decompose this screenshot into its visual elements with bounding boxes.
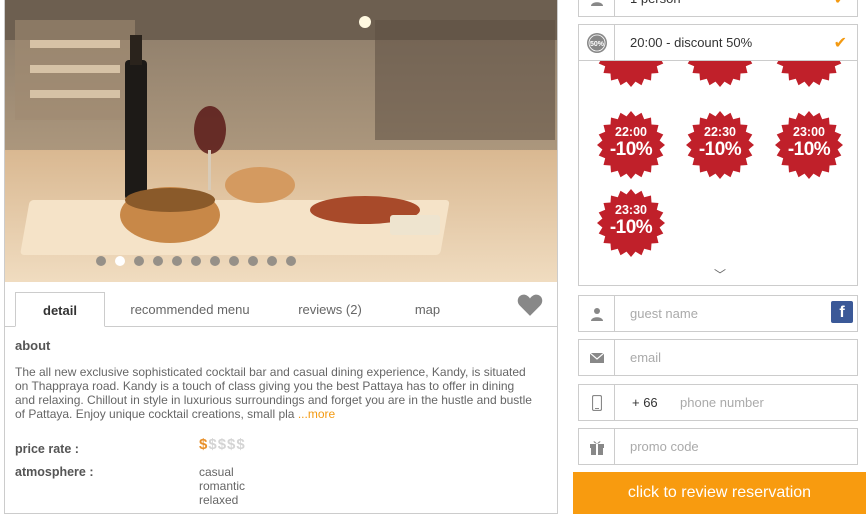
atmosphere-value: romantic: [199, 479, 246, 493]
tab-recommended-menu[interactable]: recommended menu: [115, 292, 265, 327]
gallery-pagination: [5, 256, 557, 266]
gift-icon: [579, 429, 615, 464]
slot-discount: -10%: [787, 139, 831, 160]
price-symbol: $: [208, 436, 218, 453]
slot-time: 23:30: [615, 203, 647, 217]
time-slot-badge[interactable]: 22:00 -10%: [596, 110, 666, 180]
slot-time: 22:30: [704, 125, 736, 139]
email-placeholder: email: [630, 350, 662, 365]
gallery-dot[interactable]: [153, 256, 163, 266]
slot-discount: -10%: [609, 217, 653, 238]
time-slot-badge[interactable]: 22:30 -10%: [685, 110, 755, 180]
gallery-dot[interactable]: [286, 256, 296, 266]
about-description: The all new exclusive sophisticated cock…: [15, 365, 535, 421]
price-symbol: $: [227, 436, 237, 453]
slot-time: 23:00: [793, 125, 825, 139]
restaurant-photo: [5, 0, 557, 282]
guest-name-field[interactable]: guest name f: [578, 295, 858, 332]
price-rate-label: price rate :: [15, 442, 79, 456]
time-select[interactable]: 50% 20:00 - discount 50% ✔: [578, 24, 858, 61]
atmosphere-value: relaxed: [199, 493, 239, 507]
time-slot-badge[interactable]: [596, 61, 666, 88]
gallery-dot[interactable]: [115, 256, 125, 266]
slot-discount: -10%: [698, 139, 742, 160]
persons-select[interactable]: 1 person ✔: [578, 0, 858, 17]
time-slot-badge[interactable]: 23:00 -10%: [774, 110, 844, 180]
time-value: 20:00 - discount 50%: [630, 35, 753, 50]
detail-tabs: detail recommended menu reviews (2) map: [5, 282, 557, 327]
atmosphere-values: casual romantic relaxed: [199, 465, 245, 507]
chevron-down-icon[interactable]: ﹀: [714, 266, 726, 283]
review-reservation-button[interactable]: click to review reservation: [573, 472, 866, 514]
promo-code-placeholder: promo code: [630, 439, 699, 454]
email-field[interactable]: email: [578, 339, 858, 376]
discount-badge-icon: [598, 61, 664, 87]
slot-time: 22:00: [615, 125, 647, 139]
slot-discount: -10%: [609, 139, 653, 160]
price-symbol: $: [199, 436, 209, 453]
gallery-dot[interactable]: [96, 256, 106, 266]
persons-value: 1 person: [630, 0, 681, 16]
tab-map[interactable]: map: [400, 292, 455, 327]
price-rate-value: $$$$$: [199, 436, 246, 453]
reservation-panel: 1 person ✔ 50% 20:00 - discount 50% ✔ ︿ …: [573, 0, 866, 514]
more-link[interactable]: ...more: [298, 407, 335, 421]
photo-gallery[interactable]: [5, 0, 557, 282]
about-section: about The all new exclusive sophisticate…: [15, 338, 545, 507]
person-icon: [579, 296, 615, 331]
phone-placeholder: phone number: [680, 395, 764, 410]
discount-badge-icon: [687, 61, 753, 87]
gallery-dot[interactable]: [267, 256, 277, 266]
guest-name-placeholder: guest name: [630, 306, 698, 321]
time-slot-picker: ︿ 22:00-10%22:30-10%23:00-10%23:30-10% ﹀: [578, 61, 858, 286]
tab-detail[interactable]: detail: [15, 292, 105, 327]
time-slot-badge[interactable]: [685, 61, 755, 88]
gallery-dot[interactable]: [248, 256, 258, 266]
restaurant-detail-panel: detail recommended menu reviews (2) map …: [4, 0, 558, 514]
gallery-dot[interactable]: [191, 256, 201, 266]
tab-reviews[interactable]: reviews (2): [285, 292, 375, 327]
mobile-phone-icon: [579, 385, 615, 420]
gallery-dot[interactable]: [210, 256, 220, 266]
gallery-dot[interactable]: [134, 256, 144, 266]
time-slot-badge[interactable]: [774, 61, 844, 88]
promo-code-field[interactable]: promo code: [578, 428, 858, 465]
atmosphere-value: casual: [199, 465, 234, 479]
svg-text:50%: 50%: [589, 41, 604, 48]
price-symbol: $: [236, 436, 246, 453]
check-icon: ✔: [834, 0, 847, 9]
atmosphere-label: atmosphere :: [15, 465, 94, 479]
phone-field[interactable]: + 66 phone number: [578, 384, 858, 421]
check-icon: ✔: [833, 35, 847, 52]
phone-country-code[interactable]: + 66: [632, 385, 658, 420]
person-icon: [579, 0, 615, 16]
heart-icon[interactable]: [517, 293, 543, 317]
price-symbol: $: [217, 436, 228, 453]
envelope-icon: [579, 340, 615, 375]
about-title: about: [15, 338, 51, 353]
facebook-icon[interactable]: f: [831, 301, 853, 323]
about-text: The all new exclusive sophisticated cock…: [15, 365, 532, 421]
discount-50-icon: 50%: [579, 25, 615, 60]
gallery-dot[interactable]: [229, 256, 239, 266]
gallery-dot[interactable]: [172, 256, 182, 266]
discount-badge-icon: [776, 61, 842, 87]
time-slot-badge[interactable]: 23:30 -10%: [596, 188, 666, 258]
